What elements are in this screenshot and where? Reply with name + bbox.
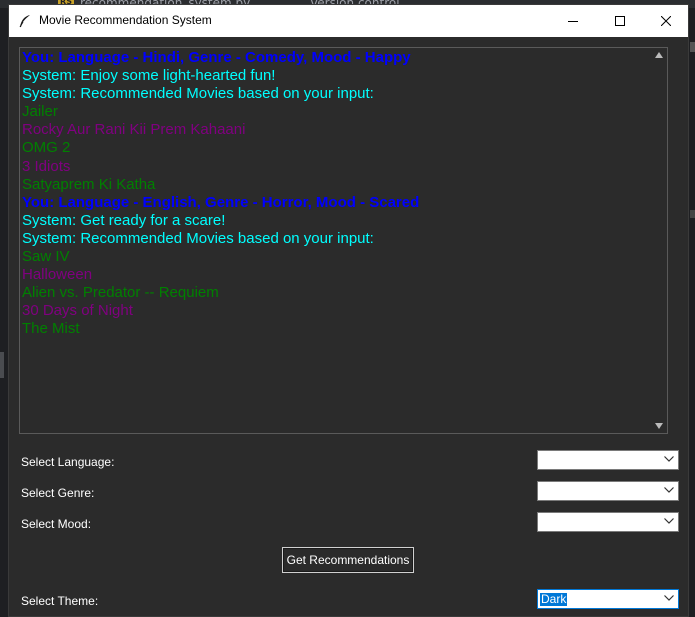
- chat-lines: You: Language - Hindi, Genre - Comedy, M…: [22, 49, 650, 339]
- scroll-down-icon[interactable]: [655, 423, 663, 429]
- chevron-down-icon: [664, 518, 674, 524]
- chat-line-you: You: Language - Hindi, Genre - Comedy, M…: [22, 49, 411, 66]
- chat-history[interactable]: You: Language - Hindi, Genre - Comedy, M…: [19, 47, 668, 434]
- chat-line-system: System: Recommended Movies based on your…: [22, 85, 374, 103]
- scroll-thumb[interactable]: [655, 62, 664, 418]
- chat-line-system: System: Enjoy some light-hearted fun!: [22, 67, 276, 85]
- chat-line-green: Jailer: [22, 103, 58, 121]
- language-select[interactable]: [537, 450, 679, 470]
- chat-line-you: You: Language - English, Genre - Horror,…: [22, 193, 420, 211]
- chat-line-system: System: Get ready for a scare!: [22, 211, 226, 229]
- scroll-up-icon[interactable]: [655, 52, 663, 58]
- chat-line-green: Saw IV: [22, 248, 70, 266]
- chat-scrollbar[interactable]: [652, 48, 667, 433]
- window-title: Movie Recommendation System: [39, 13, 212, 27]
- ide-left-marker: [0, 352, 4, 378]
- ide-edge-marker: [690, 42, 695, 52]
- theme-select[interactable]: Dark: [537, 589, 679, 609]
- theme-select-value: Dark: [540, 592, 568, 606]
- close-button[interactable]: [643, 5, 689, 37]
- language-label: Select Language:: [21, 455, 115, 469]
- chat-line-purple: Rocky Aur Rani Kii Prem Kahaani: [22, 121, 246, 139]
- title-bar[interactable]: Movie Recommendation System: [9, 5, 688, 37]
- close-icon: [661, 16, 671, 26]
- chevron-down-icon: [664, 456, 674, 462]
- mood-select[interactable]: [537, 512, 679, 532]
- feather-icon: [17, 13, 33, 29]
- get-recommendations-button[interactable]: Get Recommendations: [282, 547, 414, 573]
- chat-line-system: System: Recommended Movies based on your…: [22, 229, 374, 247]
- chat-line-green: Satyaprem Ki Katha: [22, 175, 156, 193]
- chevron-down-icon: [664, 487, 674, 493]
- theme-label: Select Theme:: [21, 594, 99, 608]
- minimize-icon: [568, 21, 578, 22]
- chat-line-purple: 30 Days of Night: [22, 302, 133, 320]
- chat-line-purple: 3 Idiots: [22, 157, 71, 175]
- chat-line-purple: Halloween: [22, 266, 93, 284]
- ide-right-edge: [689, 8, 695, 617]
- maximize-button[interactable]: [597, 5, 643, 37]
- maximize-icon: [615, 16, 625, 26]
- minimize-button[interactable]: [550, 5, 596, 37]
- mood-label: Select Mood:: [21, 517, 92, 531]
- chat-line-green: Alien vs. Predator -- Requiem: [22, 284, 219, 302]
- app-window: Movie Recommendation System You: Languag…: [8, 4, 689, 617]
- chat-line-green: OMG 2: [22, 139, 71, 157]
- genre-select[interactable]: [537, 481, 679, 501]
- chat-line-green: The Mist: [22, 320, 80, 338]
- genre-label: Select Genre:: [21, 486, 95, 500]
- chevron-down-icon: [664, 595, 674, 601]
- ide-edge-marker: [690, 210, 695, 218]
